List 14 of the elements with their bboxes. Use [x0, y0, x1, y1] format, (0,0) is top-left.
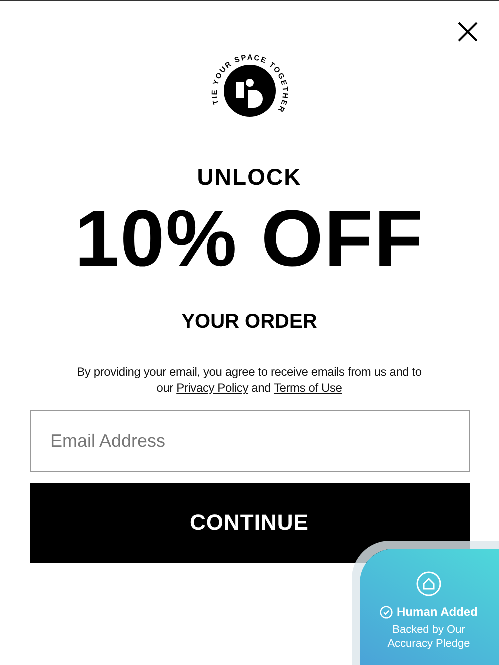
consent-text: By providing your email, you agree to receive emails from us and to our Privacy Policy and Terms of Use [77, 364, 422, 396]
badge-subtitle: Backed by Our Accuracy Pledge [386, 623, 472, 651]
close-button[interactable] [457, 21, 479, 43]
close-icon [457, 21, 479, 43]
discount-headline: 10% OFF [74, 199, 424, 279]
headline-your-order: YOUR ORDER [182, 311, 318, 334]
headline-unlock: UNLOCK [197, 164, 302, 191]
terms-of-use-link[interactable]: Terms of Use [274, 381, 342, 395]
home-icon [416, 571, 442, 597]
email-field[interactable]: Email Address [30, 410, 470, 472]
privacy-policy-link[interactable]: Privacy Policy [176, 381, 248, 395]
badge-title: Human Added [397, 605, 478, 619]
continue-button[interactable]: CONTINUE [30, 483, 470, 563]
check-icon [380, 606, 394, 618]
